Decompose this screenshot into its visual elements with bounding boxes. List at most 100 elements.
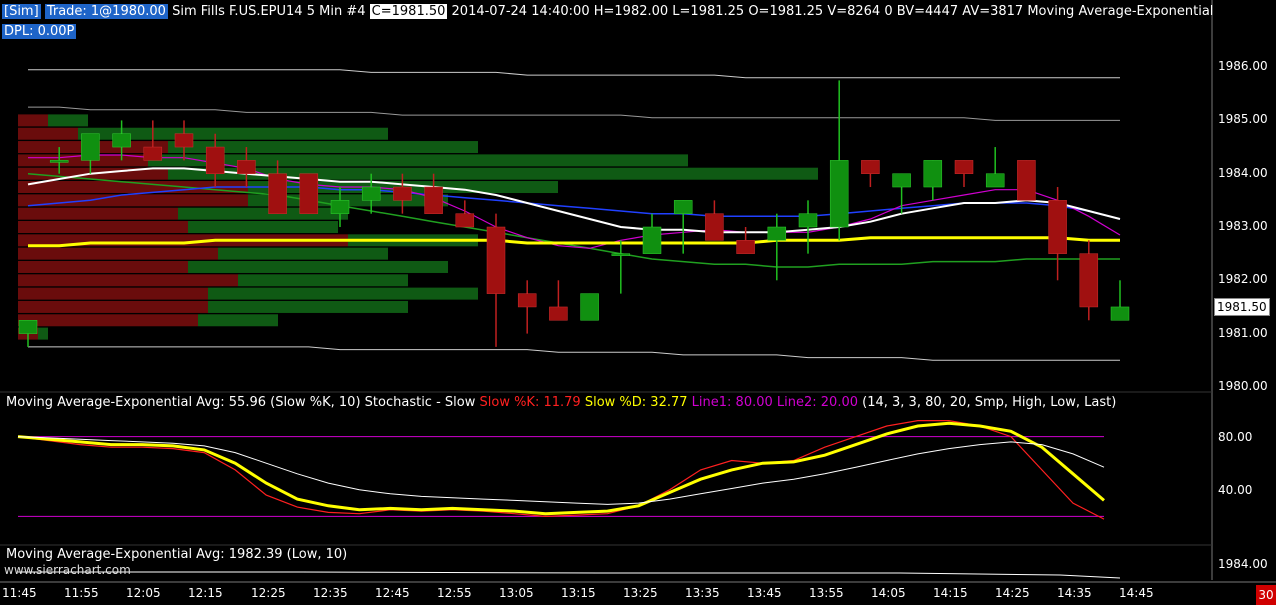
candle-body bbox=[1079, 253, 1099, 308]
price-tick: 1986.00 bbox=[1218, 59, 1268, 73]
price-tick: 1980.00 bbox=[1218, 379, 1268, 393]
sim-tag[interactable]: [Sim] bbox=[2, 4, 41, 19]
candle-body bbox=[892, 173, 911, 188]
time-tick: 13:15 bbox=[561, 586, 596, 600]
time-tick: 12:25 bbox=[251, 586, 286, 600]
time-tick: 13:25 bbox=[623, 586, 658, 600]
volume-profile-ask-bar bbox=[168, 167, 818, 180]
candle-body bbox=[174, 133, 194, 148]
candle-body bbox=[1048, 200, 1067, 254]
volume-profile-bid-bar bbox=[18, 274, 238, 287]
volume-profile-ask-bar bbox=[218, 247, 388, 260]
candle-body bbox=[237, 160, 256, 174]
watermark: www.sierrachart.com bbox=[4, 563, 131, 577]
candle-body bbox=[549, 306, 568, 321]
volume-profile-bid-bar bbox=[18, 127, 78, 140]
low-panel-title: Moving Average-Exponential Avg: 1982.39 … bbox=[6, 547, 348, 562]
candle-body bbox=[112, 133, 131, 148]
candle-body bbox=[923, 160, 943, 188]
time-tick: 13:05 bbox=[499, 586, 534, 600]
stoch-avg-label: Moving Average-Exponential Avg: 55.96 (S… bbox=[6, 395, 476, 410]
candle-body bbox=[455, 213, 475, 228]
volume-profile-bid-bar bbox=[18, 260, 188, 273]
candle-body bbox=[829, 160, 849, 228]
volume-profile-ask-bar bbox=[48, 114, 88, 127]
line1-label: Line1: 80.00 bbox=[691, 395, 773, 410]
time-tick: 14:05 bbox=[871, 586, 906, 600]
candle-body bbox=[361, 186, 381, 201]
candle-body bbox=[1110, 306, 1130, 321]
candle-body bbox=[268, 173, 287, 214]
price-tick: 1981.00 bbox=[1218, 326, 1268, 340]
candle-body bbox=[205, 146, 225, 174]
time-tick: 14:35 bbox=[1057, 586, 1092, 600]
volume-profile-ask-bar bbox=[198, 314, 278, 327]
chart-header: [Sim] Trade: 1@1980.00 Sim Fills F.US.EP… bbox=[2, 3, 1213, 20]
stoch-panel-title: Moving Average-Exponential Avg: 55.96 (S… bbox=[6, 395, 1116, 410]
volume-profile-ask-bar bbox=[208, 287, 478, 300]
dpl-tag[interactable]: DPL: 0.00P bbox=[2, 24, 77, 39]
symbol-label: F.US.EPU14 bbox=[229, 4, 303, 19]
corner-badge[interactable]: 30 bbox=[1256, 585, 1276, 605]
volume-profile-bid-bar bbox=[18, 314, 198, 327]
candle-body bbox=[81, 133, 100, 161]
candle-body bbox=[486, 226, 506, 294]
price-tick: 1983.00 bbox=[1218, 219, 1268, 233]
candle-body bbox=[798, 213, 818, 228]
time-tick: 12:55 bbox=[437, 586, 472, 600]
candle-body bbox=[517, 293, 537, 308]
time-tick: 13:35 bbox=[685, 586, 720, 600]
time-tick: 11:45 bbox=[2, 586, 37, 600]
time-tick: 12:05 bbox=[126, 586, 161, 600]
time-tick: 12:15 bbox=[188, 586, 223, 600]
chart-number: #4 bbox=[346, 4, 366, 19]
trade-tag[interactable]: Trade: 1@1980.00 bbox=[44, 4, 168, 19]
volume-profile-bid-bar bbox=[18, 247, 218, 260]
candle-body bbox=[424, 186, 443, 214]
slow-k-label: Slow %K: 11.79 bbox=[479, 395, 581, 410]
candle-body bbox=[143, 146, 163, 161]
candle-body bbox=[580, 293, 599, 321]
upper-band-line bbox=[28, 69, 1120, 79]
bar-info: 2014-07-24 14:40:00 H=1982.00 L=1981.25 … bbox=[451, 4, 1024, 19]
candle-body bbox=[954, 160, 974, 174]
time-tick: 13:45 bbox=[747, 586, 782, 600]
stoch-tick: 80.00 bbox=[1218, 430, 1253, 444]
last-price-box: 1981.50 bbox=[1214, 298, 1270, 316]
study-name: Moving Average-Exponential bbox=[1027, 4, 1214, 19]
volume-profile-bid-bar bbox=[18, 221, 188, 233]
price-tick: 1982.00 bbox=[1218, 272, 1268, 286]
candle-body bbox=[49, 160, 69, 163]
stoch-tick: 40.00 bbox=[1218, 483, 1253, 497]
volume-profile-ask-bar bbox=[38, 327, 48, 340]
candle-body bbox=[1017, 160, 1036, 201]
chart-canvas bbox=[0, 0, 1276, 583]
candle-body bbox=[736, 240, 755, 254]
volume-profile-bid-bar bbox=[18, 287, 208, 300]
volume-profile-ask-bar bbox=[188, 260, 448, 273]
price-tick: 1985.00 bbox=[1218, 112, 1268, 126]
volume-profile-ask-bar bbox=[208, 300, 408, 313]
candle-body bbox=[611, 253, 631, 256]
volume-profile-bid-bar bbox=[18, 300, 208, 313]
candle-body bbox=[767, 226, 787, 241]
time-tick: 14:25 bbox=[995, 586, 1030, 600]
candle-body bbox=[705, 213, 724, 241]
price-tick: 1984.00 bbox=[1218, 166, 1268, 180]
volume-profile-ask-bar bbox=[238, 274, 408, 287]
low-tick: 1984.00 bbox=[1218, 557, 1268, 571]
volume-profile-ask-bar bbox=[148, 154, 688, 167]
candle-body bbox=[330, 200, 350, 214]
candle-body bbox=[642, 226, 662, 254]
stoch-params: (14, 3, 3, 80, 20, Smp, High, Low, Last) bbox=[862, 395, 1117, 410]
candle-body bbox=[861, 160, 880, 174]
time-tick: 12:45 bbox=[375, 586, 410, 600]
volume-profile-bid-bar bbox=[18, 194, 248, 207]
low-ema-line bbox=[18, 571, 1121, 579]
candle-body bbox=[673, 200, 693, 214]
volume-profile-bid-bar bbox=[18, 207, 178, 220]
volume-profile-ask-bar bbox=[178, 207, 348, 220]
volume-profile-bid-bar bbox=[18, 114, 48, 127]
line2-label: Line2: 20.00 bbox=[776, 395, 858, 410]
candle-body bbox=[985, 173, 1005, 188]
